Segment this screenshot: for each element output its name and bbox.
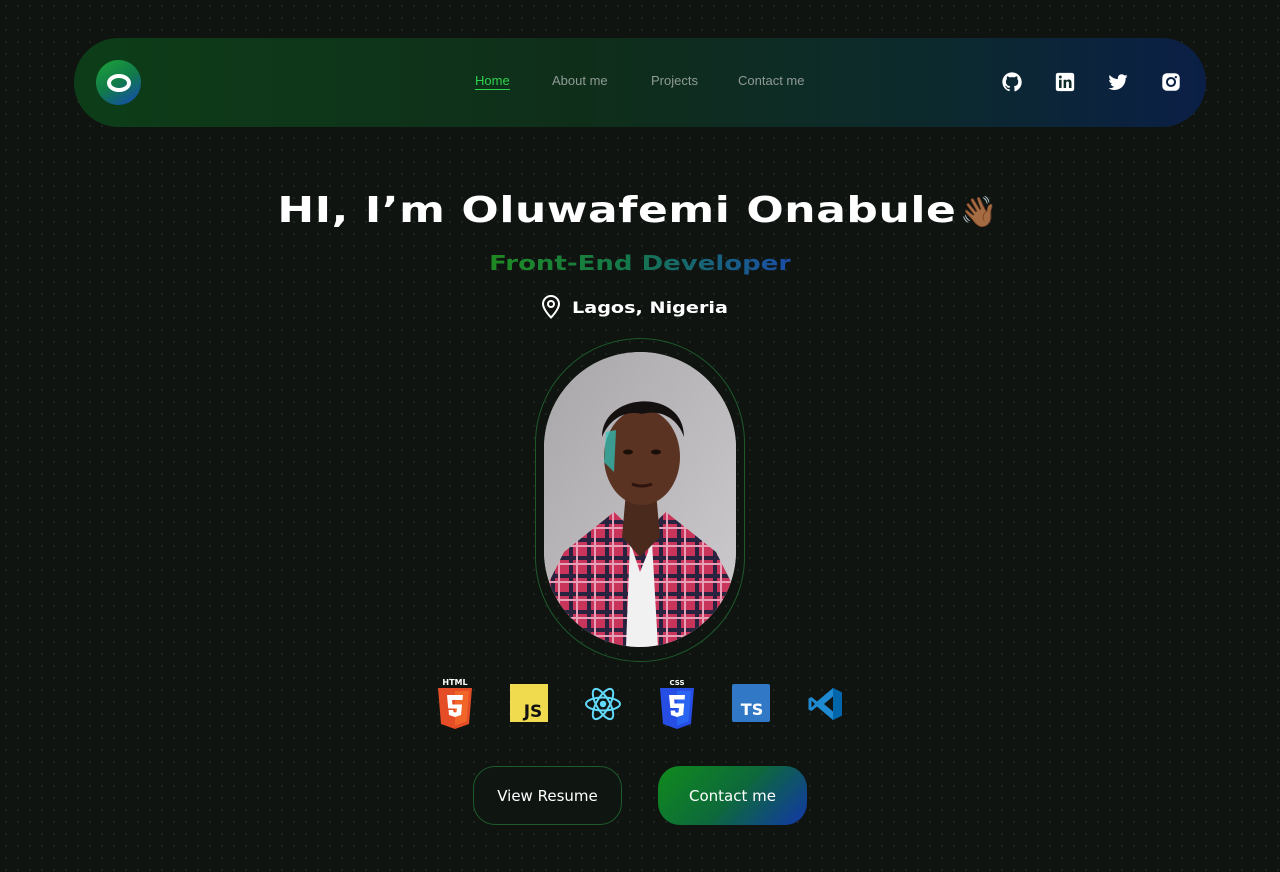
- react-icon: [583, 676, 623, 730]
- location-text: Lagos, Nigeria: [572, 297, 728, 317]
- greeting-text: HI, I’m Oluwafemi Onabule: [277, 190, 957, 231]
- profile-photo: [544, 352, 736, 647]
- hero-role: Front-End Developer: [0, 251, 1280, 275]
- svg-text:JS: JS: [523, 702, 543, 722]
- github-icon[interactable]: [1001, 71, 1023, 93]
- nav-link-contact[interactable]: Contact me: [738, 73, 804, 88]
- twitter-icon[interactable]: [1107, 71, 1129, 93]
- typescript-icon: TS: [731, 676, 771, 730]
- role-text: Front-End Developer: [488, 251, 792, 275]
- navbar: Home About me Projects Contact me: [74, 38, 1206, 127]
- vscode-icon: [805, 676, 845, 730]
- o-ring-logo-icon[interactable]: [96, 60, 141, 105]
- instagram-icon[interactable]: [1160, 71, 1182, 93]
- view-resume-button[interactable]: View Resume: [473, 766, 622, 825]
- nav-link-home[interactable]: Home: [475, 73, 510, 90]
- svg-text:CSS: CSS: [669, 679, 684, 687]
- nav-link-about[interactable]: About me: [552, 73, 608, 88]
- svg-text:TS: TS: [741, 700, 763, 719]
- javascript-icon: JS: [509, 676, 549, 730]
- map-pin-icon: [540, 294, 562, 320]
- linkedin-icon[interactable]: [1054, 71, 1076, 93]
- contact-me-button[interactable]: Contact me: [658, 766, 807, 825]
- nav-link-projects[interactable]: Projects: [651, 73, 698, 88]
- css3-icon: CSS: [657, 676, 697, 730]
- hero-greeting: HI, I’m Oluwafemi Onabule 👋🏾: [0, 190, 1280, 231]
- html5-icon: HTML: [435, 676, 475, 730]
- waving-hand-icon: 👋🏾: [960, 195, 999, 230]
- svg-text:HTML: HTML: [442, 678, 467, 687]
- location: Lagos, Nigeria: [0, 294, 1280, 320]
